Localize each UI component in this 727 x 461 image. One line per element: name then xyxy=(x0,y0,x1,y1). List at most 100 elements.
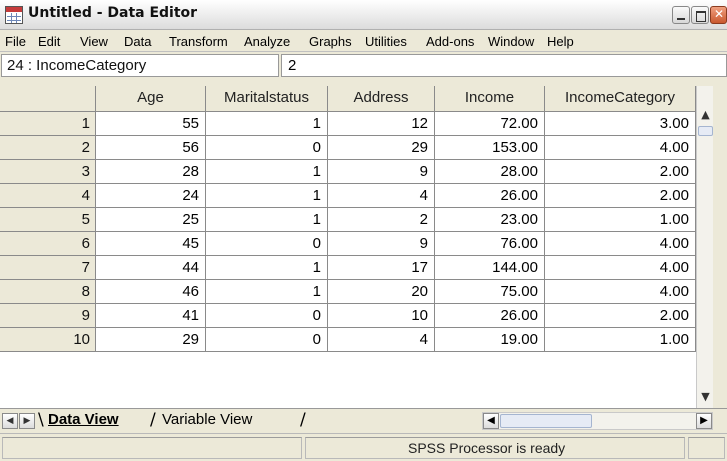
tab-divider: / xyxy=(300,410,306,430)
table-cell[interactable]: 1.00 xyxy=(545,208,696,232)
table-cell[interactable]: 26.00 xyxy=(435,304,545,328)
table-cell[interactable]: 4 xyxy=(328,328,435,352)
menu-add-ons[interactable]: Add-ons xyxy=(426,34,474,49)
table-cell[interactable]: 4.00 xyxy=(545,256,696,280)
menu-analyze[interactable]: Analyze xyxy=(244,34,290,49)
table-cell[interactable]: 29 xyxy=(328,136,435,160)
column-header-maritalstatus[interactable]: Maritalstatus xyxy=(206,86,328,112)
menu-graphs[interactable]: Graphs xyxy=(309,34,352,49)
cell-value-input[interactable]: 2 xyxy=(281,54,727,77)
table-cell[interactable]: 144.00 xyxy=(435,256,545,280)
table-cell[interactable]: 72.00 xyxy=(435,112,545,136)
table-cell[interactable]: 4.00 xyxy=(545,232,696,256)
table-cell[interactable]: 28.00 xyxy=(435,160,545,184)
menu-bar: File Edit View Data Transform Analyze Gr… xyxy=(0,30,727,52)
row-header[interactable]: 5 xyxy=(0,208,96,232)
table-cell[interactable]: 1 xyxy=(206,280,328,304)
grid-corner[interactable] xyxy=(0,86,96,112)
column-header-address[interactable]: Address xyxy=(328,86,435,112)
column-header-age[interactable]: Age xyxy=(96,86,206,112)
table-cell[interactable]: 19.00 xyxy=(435,328,545,352)
table-cell[interactable]: 1 xyxy=(206,256,328,280)
menu-view[interactable]: View xyxy=(80,34,108,49)
scroll-down-icon[interactable]: ▼ xyxy=(698,390,713,406)
column-header-income[interactable]: Income xyxy=(435,86,545,112)
table-cell[interactable]: 0 xyxy=(206,304,328,328)
table-cell[interactable]: 56 xyxy=(96,136,206,160)
menu-window[interactable]: Window xyxy=(488,34,534,49)
vertical-scroll-thumb[interactable] xyxy=(698,126,713,136)
table-cell[interactable]: 26.00 xyxy=(435,184,545,208)
column-header-incomecategory[interactable]: IncomeCategory xyxy=(545,86,696,112)
row-header[interactable]: 2 xyxy=(0,136,96,160)
table-cell[interactable]: 2.00 xyxy=(545,184,696,208)
table-cell[interactable]: 1 xyxy=(206,160,328,184)
table-cell[interactable]: 1.00 xyxy=(545,328,696,352)
table-cell[interactable]: 46 xyxy=(96,280,206,304)
table-cell[interactable]: 1 xyxy=(206,208,328,232)
table-cell[interactable]: 75.00 xyxy=(435,280,545,304)
table-cell[interactable]: 55 xyxy=(96,112,206,136)
scroll-up-icon[interactable]: ▲ xyxy=(698,108,713,124)
spss-app-icon[interactable] xyxy=(5,6,23,24)
table-cell[interactable]: 3.00 xyxy=(545,112,696,136)
table-cell[interactable]: 0 xyxy=(206,136,328,160)
table-cell[interactable]: 44 xyxy=(96,256,206,280)
maximize-button[interactable] xyxy=(691,6,709,24)
table-cell[interactable]: 25 xyxy=(96,208,206,232)
table-cell[interactable]: 28 xyxy=(96,160,206,184)
scroll-right-icon[interactable]: ▶ xyxy=(696,413,712,429)
table-cell[interactable]: 20 xyxy=(328,280,435,304)
table-cell[interactable]: 45 xyxy=(96,232,206,256)
horizontal-scroll-thumb[interactable] xyxy=(500,414,592,428)
scroll-left-icon[interactable]: ◀ xyxy=(483,413,499,429)
table-cell[interactable]: 12 xyxy=(328,112,435,136)
table-cell[interactable]: 9 xyxy=(328,160,435,184)
table-cell[interactable]: 1 xyxy=(206,112,328,136)
tab-prev-icon[interactable]: ◀ xyxy=(2,413,18,429)
row-header[interactable]: 9 xyxy=(0,304,96,328)
table-cell[interactable]: 1 xyxy=(206,184,328,208)
table-cell[interactable]: 9 xyxy=(328,232,435,256)
table-cell[interactable]: 17 xyxy=(328,256,435,280)
table-cell[interactable]: 153.00 xyxy=(435,136,545,160)
vertical-scrollbar[interactable]: ▲ ▼ xyxy=(696,86,713,408)
table-cell[interactable]: 41 xyxy=(96,304,206,328)
table-cell[interactable]: 4 xyxy=(328,184,435,208)
menu-transform[interactable]: Transform xyxy=(169,34,228,49)
horizontal-scrollbar[interactable]: ◀ ▶ xyxy=(482,412,713,430)
status-panel-right xyxy=(688,437,725,459)
grid-empty-area[interactable] xyxy=(0,352,696,408)
table-cell[interactable]: 2.00 xyxy=(545,160,696,184)
tab-variable-view[interactable]: Variable View xyxy=(162,411,252,428)
cell-reference-box: 24 : IncomeCategory xyxy=(1,54,279,77)
status-bar: SPSS Processor is ready xyxy=(0,433,727,461)
table-cell[interactable]: 29 xyxy=(96,328,206,352)
row-header[interactable]: 8 xyxy=(0,280,96,304)
table-cell[interactable]: 4.00 xyxy=(545,280,696,304)
row-header[interactable]: 3 xyxy=(0,160,96,184)
row-header[interactable]: 7 xyxy=(0,256,96,280)
table-cell[interactable]: 10 xyxy=(328,304,435,328)
row-header[interactable]: 6 xyxy=(0,232,96,256)
close-button[interactable] xyxy=(710,6,727,24)
table-cell[interactable]: 24 xyxy=(96,184,206,208)
menu-file[interactable]: File xyxy=(5,34,26,49)
table-cell[interactable]: 0 xyxy=(206,232,328,256)
minimize-button[interactable] xyxy=(672,6,690,24)
row-header[interactable]: 4 xyxy=(0,184,96,208)
menu-edit[interactable]: Edit xyxy=(38,34,60,49)
table-cell[interactable]: 76.00 xyxy=(435,232,545,256)
row-header[interactable]: 10 xyxy=(0,328,96,352)
table-cell[interactable]: 2.00 xyxy=(545,304,696,328)
table-cell[interactable]: 0 xyxy=(206,328,328,352)
menu-data[interactable]: Data xyxy=(124,34,151,49)
tab-next-icon[interactable]: ▶ xyxy=(19,413,35,429)
table-cell[interactable]: 2 xyxy=(328,208,435,232)
table-cell[interactable]: 4.00 xyxy=(545,136,696,160)
table-cell[interactable]: 23.00 xyxy=(435,208,545,232)
menu-help[interactable]: Help xyxy=(547,34,574,49)
menu-utilities[interactable]: Utilities xyxy=(365,34,407,49)
row-header[interactable]: 1 xyxy=(0,112,96,136)
tab-data-view[interactable]: Data View xyxy=(48,411,119,428)
